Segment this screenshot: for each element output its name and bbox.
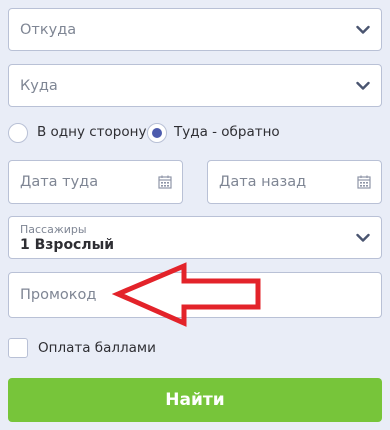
depart-date-placeholder: Дата туда xyxy=(20,174,99,190)
trip-type-group: В одну сторону Туда - обратно xyxy=(8,120,382,146)
radio-selected-dot xyxy=(152,128,162,138)
promo-code-input[interactable]: Промокод xyxy=(8,272,382,318)
radio-one-way-label[interactable]: В одну сторону xyxy=(37,124,146,140)
radio-round-trip-label[interactable]: Туда - обратно xyxy=(174,124,280,140)
from-select[interactable]: Откуда xyxy=(8,8,382,51)
calendar-icon[interactable] xyxy=(357,175,371,189)
points-payment-checkbox[interactable] xyxy=(8,338,28,358)
chevron-down-icon xyxy=(356,25,370,35)
promo-code-placeholder: Промокод xyxy=(20,287,97,303)
to-select[interactable]: Куда xyxy=(8,64,382,107)
radio-round-trip[interactable] xyxy=(147,123,167,143)
passengers-select[interactable]: Пассажиры 1 Взрослый xyxy=(8,216,382,259)
from-select-placeholder: Откуда xyxy=(20,21,77,38)
chevron-down-icon xyxy=(356,233,370,243)
depart-date-field[interactable]: Дата туда xyxy=(8,160,183,204)
radio-one-way[interactable] xyxy=(8,123,28,143)
return-date-field[interactable]: Дата назад xyxy=(207,160,382,204)
passengers-label: Пассажиры xyxy=(20,223,87,236)
passengers-value: 1 Взрослый xyxy=(20,237,115,253)
to-select-placeholder: Куда xyxy=(20,77,58,94)
chevron-down-icon xyxy=(356,81,370,91)
calendar-icon[interactable] xyxy=(158,175,172,189)
points-payment-label[interactable]: Оплата баллами xyxy=(38,340,156,356)
return-date-placeholder: Дата назад xyxy=(219,174,307,190)
search-button[interactable]: Найти xyxy=(8,378,382,422)
